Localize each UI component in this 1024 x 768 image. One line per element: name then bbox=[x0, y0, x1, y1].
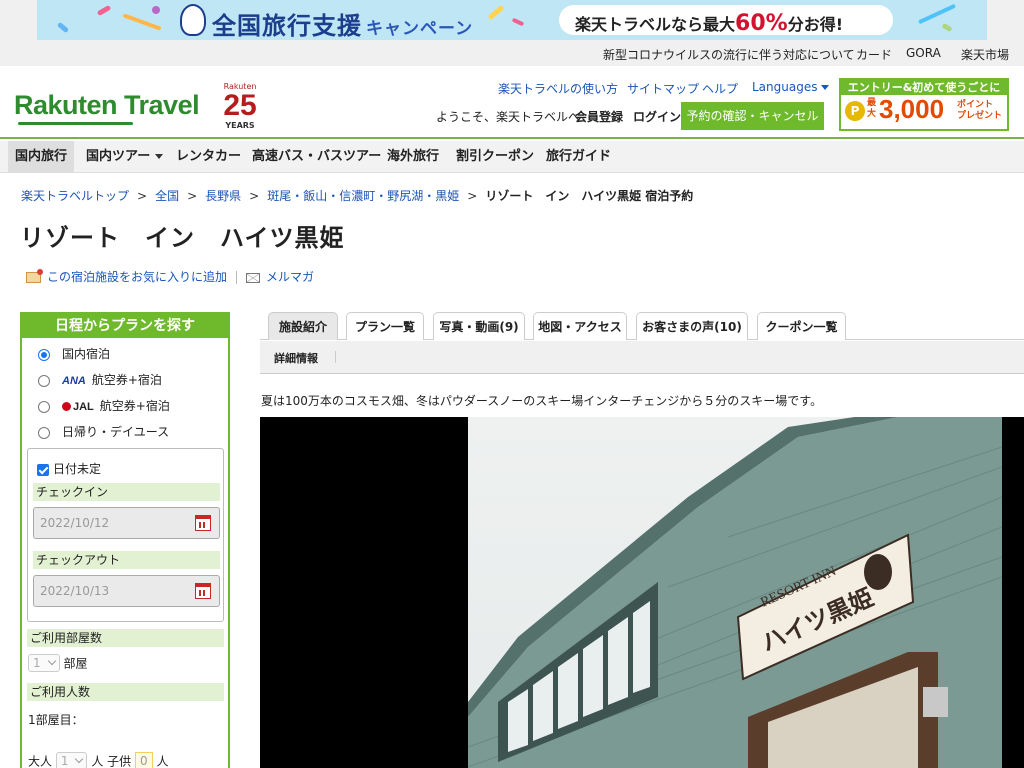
card-link[interactable]: カード bbox=[856, 46, 892, 63]
points-promo-banner[interactable]: エントリー&初めて使うごとに P 最大 3,000 ポイント プレゼント bbox=[839, 78, 1009, 131]
banner-title: 全国旅行支援 キャンペーン bbox=[212, 12, 474, 40]
divider bbox=[236, 271, 238, 284]
guests-row: 大人 1 人 子供 0 人 bbox=[28, 752, 169, 768]
site-header: Rakuten Travel Rakuten 25 YEARS 楽天トラベルの使… bbox=[0, 66, 1024, 139]
rooms-row: 1 部屋 bbox=[28, 654, 87, 672]
breadcrumb: 楽天トラベルトップ > 全国 > 長野県 > 斑尾・飯山・信濃町・野尻湖・黒姫 > リゾート イ… bbox=[21, 189, 694, 203]
adult-count-select[interactable]: 1 bbox=[55, 752, 88, 768]
option-jal-flight-stay[interactable]: JAL 航空券+宿泊 bbox=[38, 397, 170, 415]
date-undecided-checkbox[interactable]: 日付未定 bbox=[37, 460, 101, 477]
breadcrumb-national[interactable]: 全国 bbox=[155, 189, 179, 203]
how-to-use-link[interactable]: 楽天トラベルの使い方 bbox=[498, 80, 618, 97]
reservation-confirm-button[interactable]: 予約の確認・キャンセル bbox=[681, 102, 824, 130]
tab-coupons[interactable]: クーポン一覧 bbox=[757, 312, 846, 340]
confetti-decoration bbox=[941, 22, 953, 33]
nav-travel-guide[interactable]: 旅行ガイド bbox=[539, 141, 618, 172]
sub-nav: 詳細情報 bbox=[260, 341, 1024, 374]
subnav-details[interactable]: 詳細情報 bbox=[274, 350, 318, 366]
confetti-decoration bbox=[56, 21, 70, 34]
nav-rental-car[interactable]: レンタカー bbox=[169, 141, 248, 172]
ana-logo: ANA bbox=[62, 374, 86, 387]
search-panel-heading: 日程からプランを探す bbox=[22, 314, 228, 338]
nav-highway-bus[interactable]: 高速バス・バスツアー bbox=[245, 141, 388, 172]
radio[interactable] bbox=[38, 374, 50, 387]
welcome-text: ようこそ、楽天トラベルへ bbox=[436, 110, 581, 124]
tab-overview[interactable]: 施設紹介 bbox=[268, 312, 338, 340]
banner-offer-pill: 楽天トラベルなら最大60%分お得! bbox=[559, 5, 893, 36]
breadcrumb-nagano[interactable]: 長野県 bbox=[205, 189, 241, 203]
hotel-building-photo: RESORT INN ハイツ黒姫 bbox=[468, 417, 1002, 768]
sitemap-link[interactable]: サイトマップ bbox=[627, 80, 699, 97]
rooms-label: ご利用部屋数 bbox=[27, 629, 224, 647]
breadcrumb-current: リゾート イン ハイツ黒姫 宿泊予約 bbox=[485, 189, 694, 203]
room1-label: 1部屋目： bbox=[28, 713, 84, 727]
radio[interactable] bbox=[38, 426, 50, 439]
nav-domestic-travel[interactable]: 国内旅行 bbox=[8, 141, 75, 172]
anniversary-logo: Rakuten 25 YEARS bbox=[223, 82, 257, 130]
radio-selected[interactable] bbox=[38, 348, 50, 361]
languages-dropdown[interactable]: Languages bbox=[752, 80, 830, 94]
breadcrumb-top[interactable]: 楽天トラベルトップ bbox=[21, 189, 129, 203]
checkin-label: チェックイン bbox=[33, 483, 220, 501]
confetti-decoration bbox=[487, 4, 505, 21]
rooms-select[interactable]: 1 bbox=[28, 654, 60, 672]
tab-plans[interactable]: プラン一覧 bbox=[346, 312, 424, 340]
jal-logo: JAL bbox=[62, 401, 94, 413]
login-link[interactable]: ログイン bbox=[633, 108, 681, 125]
register-link[interactable]: 会員登録 bbox=[575, 108, 623, 125]
campaign-banner-area: 全国旅行支援 キャンペーン 楽天トラベルなら最大60%分お得! bbox=[0, 0, 1024, 40]
logo-swoosh bbox=[18, 122, 133, 125]
rakuten-travel-logo[interactable]: Rakuten Travel bbox=[14, 90, 200, 121]
add-favorite-link[interactable]: この宿泊施設をお気に入りに追加 bbox=[47, 270, 227, 284]
people-label: ご利用人数 bbox=[27, 683, 224, 701]
hotel-description: 夏は100万本のコスモス畑、冬はパウダースノーのスキー場インターチェンジから５分… bbox=[261, 394, 823, 408]
page-title: リゾート イン ハイツ黒姫 bbox=[20, 224, 345, 252]
confetti-decoration bbox=[511, 17, 525, 27]
chevron-down-icon bbox=[155, 154, 164, 159]
confetti-decoration bbox=[918, 3, 956, 25]
confetti-decoration bbox=[152, 6, 160, 14]
chevron-down-icon bbox=[75, 754, 84, 764]
gora-link[interactable]: GORA bbox=[906, 46, 941, 60]
chevron-down-icon bbox=[47, 656, 56, 666]
checkin-date-input[interactable]: 2022/10/12 bbox=[33, 507, 220, 539]
rakuten-ichiba-link[interactable]: 楽天市場 bbox=[961, 46, 1009, 63]
hotel-photo[interactable]: RESORT INN ハイツ黒姫 bbox=[260, 417, 1024, 768]
global-nav: 国内旅行 国内ツアー レンタカー 高速バス・バスツアー 海外旅行 割引クーポン … bbox=[0, 141, 1024, 173]
checkout-label: チェックアウト bbox=[33, 551, 220, 569]
help-link[interactable]: ヘルプ bbox=[702, 80, 738, 97]
nav-overseas-travel[interactable]: 海外旅行 bbox=[380, 141, 446, 172]
divider bbox=[335, 351, 336, 363]
date-box: 日付未定 チェックイン 2022/10/12 チェックアウト 2022/10/1… bbox=[27, 448, 224, 622]
checkout-date-input[interactable]: 2022/10/13 bbox=[33, 575, 220, 607]
calendar-icon[interactable] bbox=[195, 515, 211, 531]
mail-icon bbox=[246, 272, 261, 283]
chevron-down-icon bbox=[821, 85, 830, 90]
campaign-banner[interactable]: 全国旅行支援 キャンペーン 楽天トラベルなら最大60%分お得! bbox=[37, 0, 987, 40]
calendar-icon[interactable] bbox=[195, 583, 211, 599]
child-count-input[interactable]: 0 bbox=[135, 752, 153, 768]
utility-links: 新型コロナウイルスの流行に伴う対応について カード GORA 楽天市場 bbox=[0, 40, 1024, 66]
nav-discount-coupon[interactable]: 割引クーポン bbox=[449, 141, 541, 172]
radio[interactable] bbox=[38, 400, 50, 413]
favorite-add-icon bbox=[26, 269, 43, 283]
mascot-icon bbox=[180, 4, 206, 36]
checkbox-checked[interactable] bbox=[37, 463, 49, 476]
tab-reviews[interactable]: お客さまの声(10) bbox=[636, 312, 748, 340]
point-coin-icon: P bbox=[845, 101, 865, 121]
option-domestic-stay[interactable]: 国内宿泊 bbox=[38, 345, 110, 363]
tab-map[interactable]: 地図・アクセス bbox=[533, 312, 627, 340]
hotel-tabs: 施設紹介 プラン一覧 写真・動画(9) 地図・アクセス お客さまの声(10) ク… bbox=[260, 312, 1024, 340]
hotel-actions: この宿泊施設をお気に入りに追加 メルマガ bbox=[26, 268, 314, 285]
nav-domestic-tour[interactable]: 国内ツアー bbox=[79, 141, 170, 172]
option-ana-flight-stay[interactable]: ANA 航空券+宿泊 bbox=[38, 371, 162, 389]
tab-photos[interactable]: 写真・動画(9) bbox=[433, 312, 525, 340]
mail-magazine-link[interactable]: メルマガ bbox=[266, 270, 314, 284]
breadcrumb-area[interactable]: 斑尾・飯山・信濃町・野尻湖・黒姫 bbox=[267, 189, 459, 203]
covid-notice-link[interactable]: 新型コロナウイルスの流行に伴う対応について bbox=[603, 46, 855, 63]
confetti-decoration bbox=[122, 13, 162, 31]
confetti-decoration bbox=[96, 4, 112, 17]
date-search-panel: 日程からプランを探す 国内宿泊 ANA 航空券+宿泊 JAL 航空券+宿泊 日帰り・… bbox=[20, 312, 230, 768]
option-day-use[interactable]: 日帰り・デイユース bbox=[38, 423, 169, 441]
